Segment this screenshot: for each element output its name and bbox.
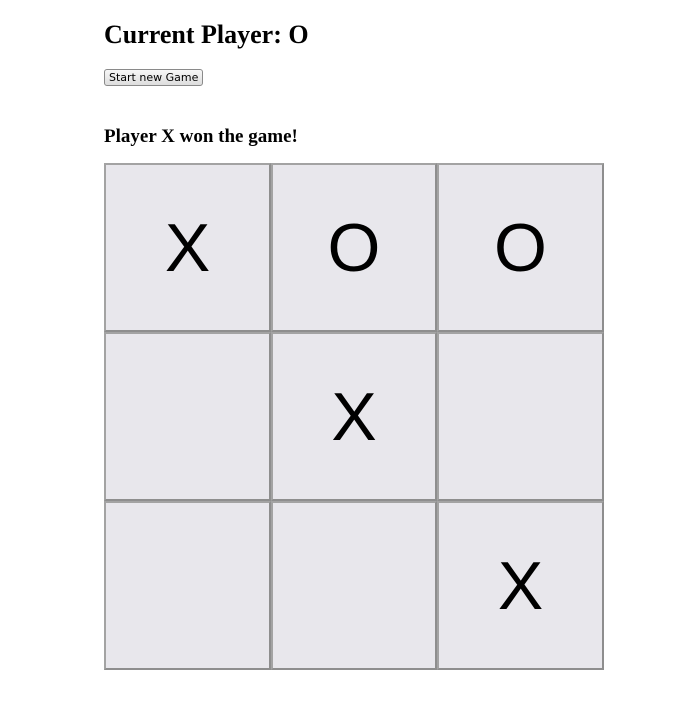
current-player-heading: Current Player: O (104, 20, 309, 49)
start-new-game-button[interactable]: Start new Game (104, 69, 204, 86)
game-board: X O O X X (104, 163, 604, 670)
board-cell-2[interactable]: O (271, 163, 437, 332)
board-cell-8[interactable] (271, 501, 437, 670)
board-cell-9[interactable]: X (437, 501, 604, 670)
board-cell-1[interactable]: X (104, 163, 271, 332)
board-cell-4[interactable] (104, 332, 271, 501)
board-cell-7[interactable] (104, 501, 271, 670)
board-cell-5[interactable]: X (271, 332, 437, 501)
board-cell-3[interactable]: O (437, 163, 604, 332)
game-status-message: Player X won the game! (104, 126, 298, 147)
board-cell-6[interactable] (437, 332, 604, 501)
